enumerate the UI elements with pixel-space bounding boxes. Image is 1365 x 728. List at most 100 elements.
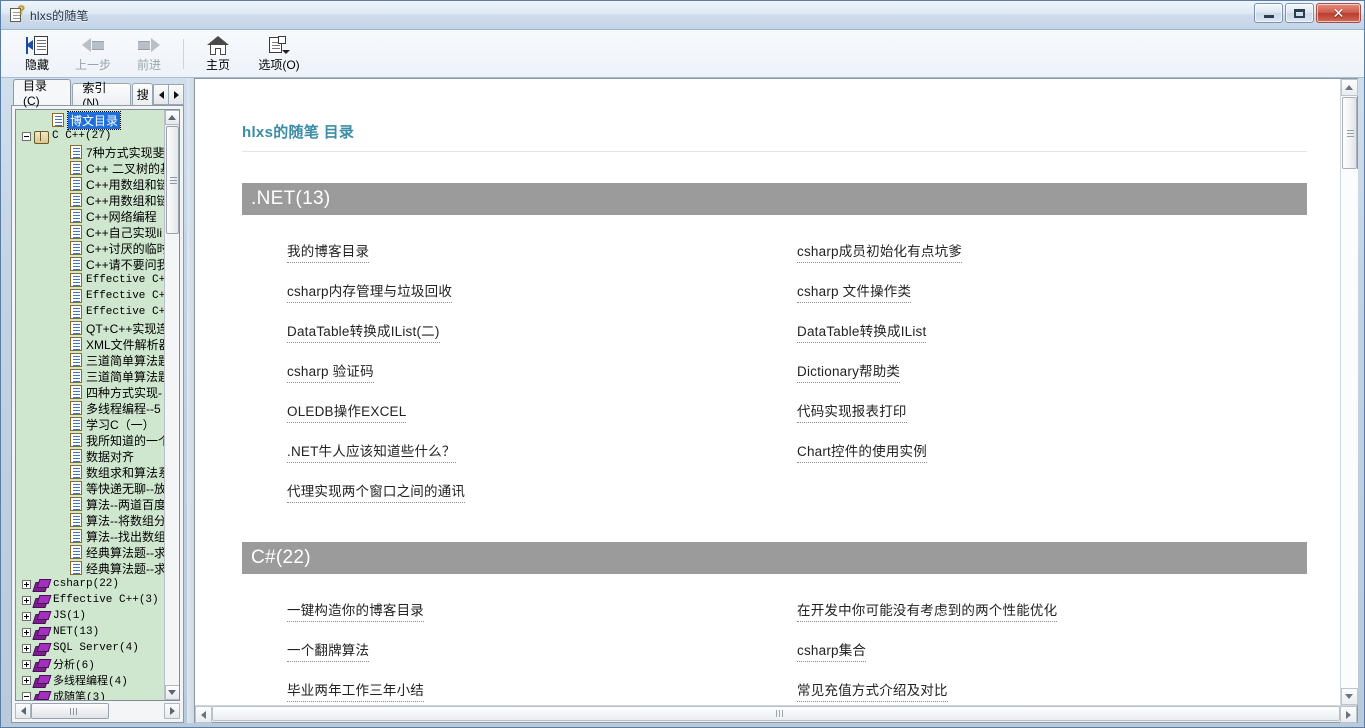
tree-item[interactable]: 多线程编程(4) — [16, 672, 164, 688]
article-link[interactable]: csharp成员初始化有点坑爹 — [797, 240, 963, 263]
tree-item[interactable]: 算法--找出数组 — [16, 528, 164, 544]
document-vertical-scrollbar[interactable] — [1340, 79, 1358, 705]
toolbar-button-options[interactable]: 选项(O) — [246, 32, 312, 76]
tree-item[interactable]: csharp(22) — [16, 576, 164, 592]
doc-scroll-up-button[interactable] — [1340, 79, 1358, 96]
tree-item[interactable]: 算法--两道百度 — [16, 496, 164, 512]
tree-item[interactable]: 多线程编程--5 — [16, 400, 164, 416]
tree-item[interactable]: 三道简单算法题 — [16, 352, 164, 368]
doc-scroll-down-button[interactable] — [1340, 688, 1358, 705]
toolbar-button-hide[interactable]: 隐藏 — [9, 32, 65, 76]
tree-vertical-scrollbar[interactable] — [164, 110, 179, 700]
expand-icon[interactable] — [22, 579, 31, 589]
article-link[interactable]: DataTable转换成IList(二) — [287, 320, 440, 343]
tree-item[interactable]: SQL Server(4) — [16, 640, 164, 656]
tree-scroll-thumb[interactable] — [165, 126, 179, 234]
tree-item[interactable]: 学习C（一） — [16, 416, 164, 432]
toolbar-button-home[interactable]: 主页 — [190, 32, 246, 76]
toolbar-button-forward[interactable]: 前进 — [121, 32, 177, 76]
article-link[interactable]: 在开发中你可能没有考虑到的两个性能优化 — [797, 599, 1058, 622]
tree-scroll-track[interactable] — [164, 234, 179, 685]
article-link[interactable]: 一键构造你的博客目录 — [287, 599, 424, 622]
tree-item[interactable]: 博文目录 — [16, 110, 164, 130]
article-link[interactable]: OLEDB操作EXCEL — [287, 400, 407, 423]
tab-index[interactable]: 索引(N) — [72, 81, 131, 110]
tree-item[interactable]: 经典算法题--求 — [16, 560, 164, 576]
expand-icon[interactable] — [22, 611, 31, 621]
tree-item[interactable]: QT+C++实现连 — [16, 320, 164, 336]
close-button[interactable]: ✕ — [1316, 3, 1361, 23]
tree-hscroll-track[interactable] — [31, 703, 164, 719]
tree-item[interactable]: 成随笔(3) — [16, 688, 164, 700]
article-link[interactable]: csharp内存管理与垃圾回收 — [287, 280, 453, 303]
tree-item[interactable]: XML文件解析器 — [16, 336, 164, 352]
expand-icon[interactable] — [22, 627, 31, 637]
tree-item[interactable]: NET(13) — [16, 624, 164, 640]
article-link[interactable]: 一个翻牌算法 — [287, 639, 370, 662]
article-link[interactable]: 毕业两年工作三年小结 — [287, 679, 424, 702]
collapse-icon[interactable] — [22, 131, 31, 141]
article-link[interactable]: 代理实现两个窗口之间的通讯 — [287, 480, 466, 503]
article-link[interactable]: Chart控件的使用实例 — [797, 440, 927, 463]
expand-icon[interactable] — [22, 595, 31, 605]
expand-icon[interactable] — [22, 643, 31, 653]
article-link[interactable]: 我的博客目录 — [287, 240, 370, 263]
tree-item[interactable]: C++用数组和链 — [16, 192, 164, 208]
doc-hscroll-thumb[interactable] — [212, 706, 1340, 721]
article-link[interactable]: .NET牛人应该知道些什么？ — [287, 440, 456, 463]
tree-item[interactable]: Effective C++ — [16, 304, 164, 320]
article-link[interactable]: DataTable转换成IList — [797, 320, 927, 343]
tree-item[interactable]: 四种方式实现- — [16, 384, 164, 400]
article-link[interactable]: csharp 验证码 — [287, 360, 374, 383]
document-horizontal-scrollbar[interactable] — [195, 705, 1357, 723]
doc-hscroll-track[interactable] — [212, 706, 1340, 722]
tab-contents[interactable]: 目录(C) — [13, 79, 72, 108]
tree-item[interactable]: C C++(27) — [16, 128, 164, 144]
tree-hscroll-right-button[interactable] — [164, 703, 180, 719]
tree-item[interactable]: 等快递无聊--放 — [16, 480, 164, 496]
tree-item[interactable]: 数据对齐 — [16, 448, 164, 464]
article-link[interactable]: csharp 文件操作类 — [797, 280, 912, 303]
tree-item[interactable]: 数组求和算法系 — [16, 464, 164, 480]
article-link[interactable]: csharp集合 — [797, 639, 867, 662]
toolbar-button-back[interactable]: 上一步 — [65, 32, 121, 76]
maximize-button[interactable] — [1285, 3, 1314, 23]
collapse-icon[interactable] — [22, 691, 31, 700]
expand-icon[interactable] — [22, 659, 31, 669]
tree-item[interactable]: 分析(6) — [16, 656, 164, 672]
tree-scroll-down-button[interactable] — [164, 685, 179, 700]
contents-tree[interactable]: 博文目录 C C++(27) 7种方式实现斐 C++ 二叉树的基 C++用数组和链 C++… — [15, 109, 180, 701]
tab-scroll-right-button[interactable] — [168, 84, 184, 105]
tree-item[interactable]: Effective C++(3) — [16, 592, 164, 608]
tree-item[interactable]: C++ 二叉树的基 — [16, 160, 164, 176]
tree-item[interactable]: C++讨厌的临时 — [16, 240, 164, 256]
tree-item[interactable]: 经典算法题--求 — [16, 544, 164, 560]
tab-search[interactable]: 搜 — [131, 83, 153, 105]
tree-item[interactable]: C++用数组和链 — [16, 176, 164, 192]
tree-item[interactable]: Effective C++ — [16, 272, 164, 288]
tree-item[interactable]: 我所知道的一个 — [16, 432, 164, 448]
doc-hscroll-right-button[interactable] — [1340, 706, 1357, 723]
doc-scroll-thumb[interactable] — [1341, 97, 1357, 169]
tree-item[interactable]: C++自己实现li — [16, 224, 164, 240]
doc-scroll-track[interactable] — [1340, 169, 1358, 688]
tree-item[interactable]: 7种方式实现斐 — [16, 144, 164, 160]
tab-scroll-left-button[interactable] — [153, 84, 169, 105]
doc-hscroll-left-button[interactable] — [195, 706, 212, 723]
tree-item[interactable]: C++网络编程（ — [16, 208, 164, 224]
tree-item[interactable]: 三道简单算法题 — [16, 368, 164, 384]
tree-item[interactable]: 算法--将数组分 — [16, 512, 164, 528]
tree-hscroll-left-button[interactable] — [15, 703, 31, 719]
tree-scroll-up-button[interactable] — [164, 110, 179, 125]
tree-horizontal-scrollbar[interactable] — [15, 703, 180, 719]
tree-item[interactable]: JS(1) — [16, 608, 164, 624]
expand-icon[interactable] — [22, 675, 31, 685]
tree-hscroll-thumb[interactable] — [31, 703, 109, 719]
tree-item[interactable]: C++请不要问我 — [16, 256, 164, 272]
article-link[interactable]: 常见充值方式介绍及对比 — [797, 679, 948, 702]
article-link[interactable]: 代码实现报表打印 — [797, 400, 907, 423]
minimize-button[interactable] — [1254, 3, 1283, 23]
pane-splitter[interactable] — [187, 78, 194, 723]
article-link[interactable]: Dictionary帮助类 — [797, 360, 901, 383]
tree-item[interactable]: Effective C++ — [16, 288, 164, 304]
